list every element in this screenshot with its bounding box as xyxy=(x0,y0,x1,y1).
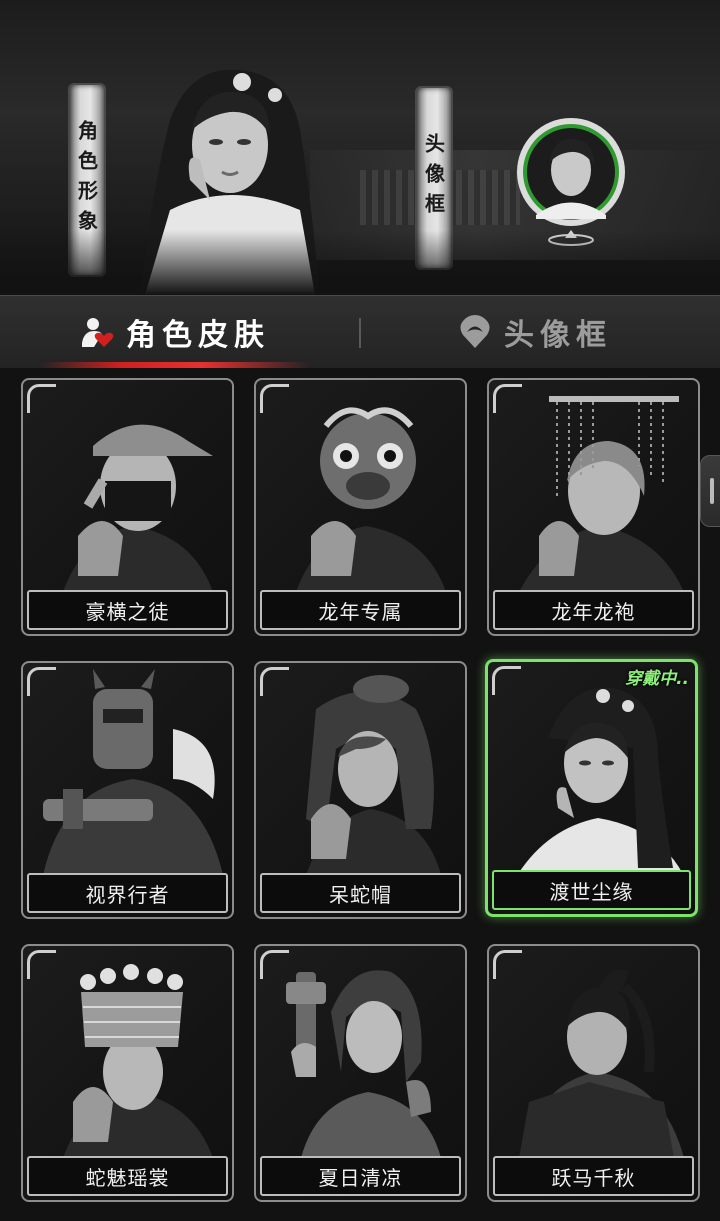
skin-card-haohengzhitu[interactable]: 豪横之徒 xyxy=(21,378,234,636)
user-heart-icon xyxy=(82,318,114,347)
skin-name: 渡世尘缘 xyxy=(492,870,691,910)
beaded-crown-portrait-icon xyxy=(519,396,684,592)
skin-name: 龙年龙袍 xyxy=(493,590,694,630)
summer-gun-portrait-icon xyxy=(286,970,441,1158)
skin-card-longnianzhuanshu[interactable]: 龙年专属 xyxy=(254,378,467,636)
skin-card-xiariqingliang[interactable]: 夏日清凉 xyxy=(254,944,467,1202)
snake-hood-portrait-icon xyxy=(306,675,441,875)
avatar-frame-text: 头像框 xyxy=(421,133,446,223)
skin-name: 夏日清凉 xyxy=(260,1156,461,1196)
skin-name: 视界行者 xyxy=(27,873,228,913)
skin-card-daishemao[interactable]: 呆蛇帽 xyxy=(254,661,467,919)
location-pin-icon xyxy=(460,315,490,348)
character-look-text: 角色形象 xyxy=(74,120,99,240)
skin-card-shijiexingzhe[interactable]: 视界行者 xyxy=(21,661,234,919)
skin-card-yuemaqianqiu[interactable]: 跃马千秋 xyxy=(487,944,700,1202)
avatar-frame-preview[interactable] xyxy=(514,115,628,229)
equipped-badge: 穿戴中.. xyxy=(625,669,689,689)
dragon-mask-portrait-icon xyxy=(296,407,446,592)
ponytail-warrior-portrait-icon xyxy=(519,969,684,1158)
skin-card-dushichenyuan[interactable]: 穿戴中.. 渡世尘缘 xyxy=(485,659,698,917)
tab-avatar-frame-label: 头像框 xyxy=(504,318,612,353)
skin-card-shemeiyaoshang[interactable]: 蛇魅瑶裳 xyxy=(21,944,234,1202)
character-preview-banner: 角色形象 头像框 xyxy=(0,0,720,295)
masked-cap-portrait-icon xyxy=(63,424,213,592)
skin-name: 跃马千秋 xyxy=(493,1156,694,1196)
silver-headdress-portrait-icon xyxy=(63,964,213,1158)
tab-avatar-frame[interactable]: 头像框 xyxy=(458,296,612,368)
skin-card-longnianlongpao[interactable]: 龙年龙袍 xyxy=(487,378,700,636)
skin-name: 豪横之徒 xyxy=(27,590,228,630)
robot-mask-portrait-icon xyxy=(43,669,223,875)
skin-grid: 豪横之徒 龙年专属 龙年龙袍 视界行者 呆蛇帽 穿戴中.. 渡世尘缘 蛇魅瑶裳 … xyxy=(0,367,720,1221)
skin-name: 龙年专属 xyxy=(260,590,461,630)
tab-character-skin-label: 角色皮肤 xyxy=(126,318,270,353)
tab-bar: 角色皮肤 头像框 xyxy=(0,295,720,368)
skin-name: 蛇魅瑶裳 xyxy=(27,1156,228,1196)
classic-robe-portrait-icon xyxy=(518,687,683,874)
tab-divider xyxy=(359,318,361,348)
tab-character-skin[interactable]: 角色皮肤 xyxy=(80,296,270,368)
skin-name: 呆蛇帽 xyxy=(260,873,461,913)
